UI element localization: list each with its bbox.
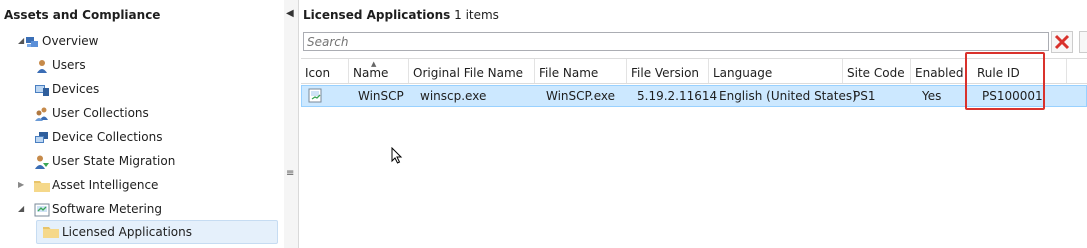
cell-language: English (United States) bbox=[719, 89, 857, 103]
tree-item-label: User State Migration bbox=[52, 154, 176, 168]
tree-item-label: Overview bbox=[42, 34, 99, 48]
cell-original-file-name: winscp.exe bbox=[420, 89, 487, 103]
tree-item-asset-intelligence[interactable]: ▶ Asset Intelligence bbox=[0, 174, 284, 196]
folder-icon bbox=[43, 224, 59, 238]
cell-enabled: Yes bbox=[922, 89, 942, 103]
column-header-enabled[interactable]: Enabled bbox=[911, 59, 967, 83]
devices-icon bbox=[34, 82, 50, 96]
tree-item-user-state-migration[interactable]: User State Migration bbox=[0, 150, 284, 172]
results-pane: Licensed Applications 1 items Icon ▲ Nam… bbox=[299, 0, 1087, 248]
tree-item-overview[interactable]: ◢ Overview bbox=[0, 30, 284, 52]
user-icon bbox=[34, 58, 50, 73]
cell-name: WinSCP bbox=[358, 89, 404, 103]
clear-x-icon bbox=[1054, 34, 1070, 50]
splitter-grip-icon[interactable]: ≡ bbox=[286, 168, 294, 179]
column-header-file-version[interactable]: File Version bbox=[627, 59, 709, 83]
search-input[interactable] bbox=[304, 33, 1040, 50]
user-collections-icon bbox=[34, 106, 50, 121]
navigation-pane: Assets and Compliance ◢ Overview Users D… bbox=[0, 0, 284, 248]
column-header-file-name[interactable]: File Name bbox=[535, 59, 627, 83]
tree-item-label: Software Metering bbox=[52, 202, 163, 216]
clear-search-button[interactable] bbox=[1051, 31, 1073, 53]
tree-item-licensed-applications[interactable]: Licensed Applications bbox=[36, 220, 278, 244]
column-header-icon[interactable]: Icon bbox=[301, 59, 349, 83]
cell-site-code: PS1 bbox=[853, 89, 876, 103]
results-title: Licensed Applications 1 items bbox=[303, 8, 499, 22]
search-box[interactable] bbox=[303, 32, 1049, 51]
tree-item-label: Device Collections bbox=[52, 130, 163, 144]
cell-file-version: 5.19.2.11614 bbox=[637, 89, 718, 103]
tree-item-label: Users bbox=[52, 58, 86, 72]
tree-item-users[interactable]: Users bbox=[0, 54, 284, 76]
tree-item-software-metering[interactable]: ◢ Software Metering bbox=[0, 198, 284, 220]
pane-splitter[interactable] bbox=[284, 0, 299, 248]
tree-item-label: User Collections bbox=[52, 106, 149, 120]
column-header-language[interactable]: Language bbox=[709, 59, 843, 83]
tree-item-user-collections[interactable]: User Collections bbox=[0, 102, 284, 124]
search-options-button[interactable] bbox=[1079, 31, 1087, 53]
collapse-arrow-icon[interactable]: ◢ bbox=[18, 198, 28, 220]
folder-icon bbox=[34, 178, 50, 192]
rule-id-highlight-box bbox=[965, 52, 1045, 110]
cell-file-name: WinSCP.exe bbox=[546, 89, 616, 103]
tree-item-label: Devices bbox=[52, 82, 100, 96]
column-header-original-file-name[interactable]: Original File Name bbox=[409, 59, 535, 83]
tree-item-label: Licensed Applications bbox=[62, 225, 192, 239]
column-header-site-code[interactable]: Site Code bbox=[843, 59, 911, 83]
results-count: 1 items bbox=[454, 8, 499, 22]
overview-icon bbox=[24, 34, 40, 48]
user-state-migration-icon bbox=[34, 154, 50, 169]
expand-arrow-icon[interactable]: ▶ bbox=[18, 174, 28, 196]
software-metering-icon bbox=[34, 202, 50, 217]
workspace-title: Assets and Compliance bbox=[4, 8, 161, 22]
collapse-pane-icon[interactable]: ◀ bbox=[286, 8, 294, 19]
column-header-name[interactable]: ▲ Name bbox=[349, 59, 409, 83]
mouse-cursor-icon bbox=[391, 146, 403, 168]
sort-ascending-icon: ▲ bbox=[371, 60, 377, 68]
tree-item-label: Asset Intelligence bbox=[52, 178, 159, 192]
device-collections-icon bbox=[34, 130, 50, 144]
tree-item-device-collections[interactable]: Device Collections bbox=[0, 126, 284, 148]
tree-item-devices[interactable]: Devices bbox=[0, 78, 284, 100]
results-node-name: Licensed Applications bbox=[303, 8, 451, 22]
app-icon bbox=[302, 86, 350, 106]
